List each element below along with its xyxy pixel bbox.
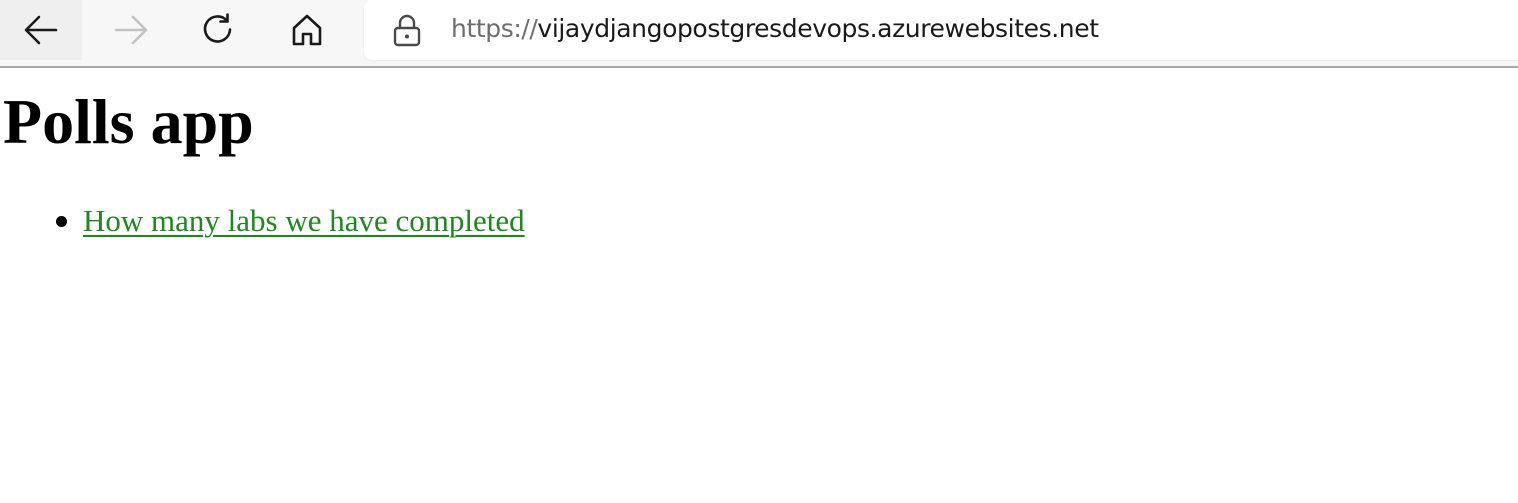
list-item: How many labs we have completed xyxy=(0,200,525,242)
poll-question-link[interactable]: How many labs we have completed xyxy=(83,203,525,238)
forward-button[interactable] xyxy=(88,0,174,60)
refresh-icon xyxy=(203,13,232,43)
poll-list: How many labs we have completed xyxy=(0,200,525,242)
url-text[interactable]: https://vijaydjangopostgresdevops.azurew… xyxy=(451,12,1099,46)
home-icon xyxy=(292,14,322,46)
url-scheme: https:// xyxy=(451,14,538,43)
lock-icon[interactable] xyxy=(392,13,422,47)
page-content: Polls app How many labs we have complete… xyxy=(0,70,1518,503)
arrow-left-icon xyxy=(24,15,58,45)
bullet-icon xyxy=(56,216,67,227)
browser-toolbar: https://vijaydjangopostgresdevops.azurew… xyxy=(0,0,1518,68)
back-button[interactable] xyxy=(0,0,82,60)
refresh-button[interactable] xyxy=(178,0,260,60)
arrow-right-icon xyxy=(114,15,148,45)
url-host: vijaydjangopostgresdevops.azurewebsites.… xyxy=(537,14,1099,43)
page-title: Polls app xyxy=(3,86,254,157)
address-bar[interactable]: https://vijaydjangopostgresdevops.azurew… xyxy=(364,0,1518,60)
home-button[interactable] xyxy=(266,0,348,60)
